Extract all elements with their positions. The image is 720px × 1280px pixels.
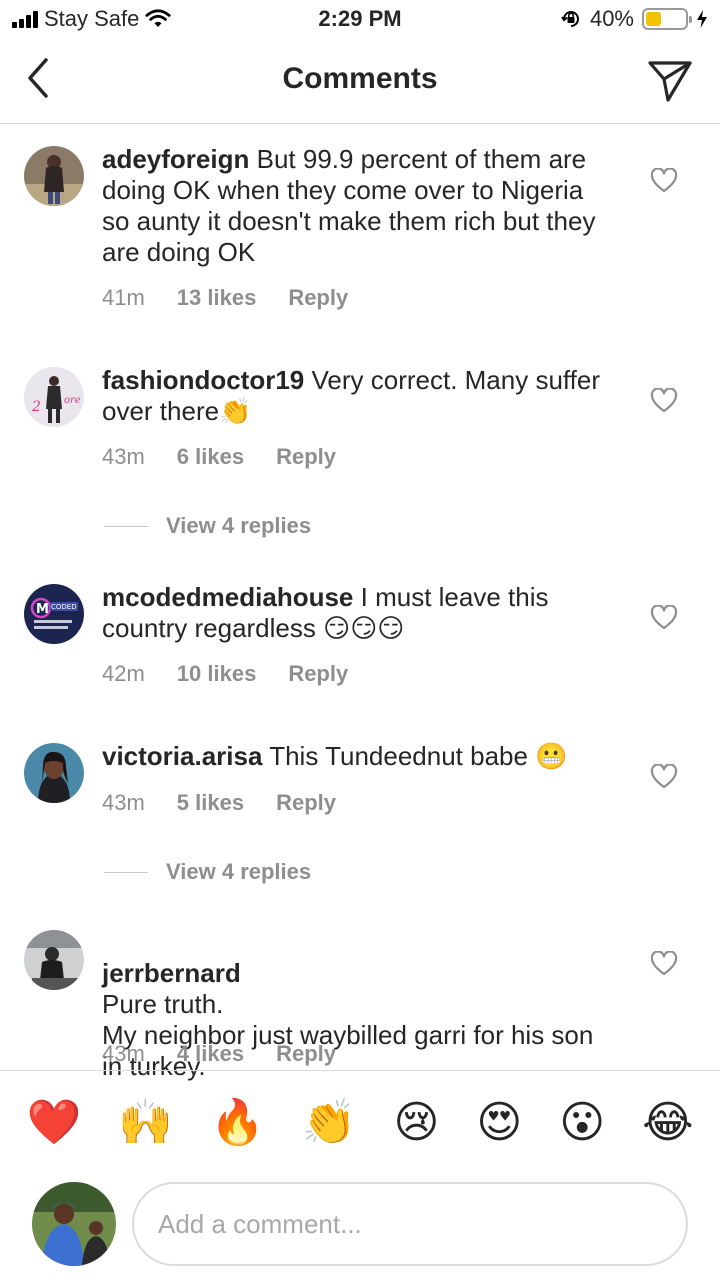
emoji-crying-button[interactable]: 😢 <box>394 1100 440 1145</box>
battery-percent: 40% <box>589 6 634 31</box>
like-button[interactable] <box>650 167 678 194</box>
comment-meta: 42m 10 likes Reply <box>102 661 348 687</box>
avatar[interactable]: 2 ore <box>24 367 84 427</box>
avatar <box>32 1182 116 1266</box>
status-bar: Stay Safe 2:29 PM 40% <box>0 0 720 40</box>
comment-time: 43m <box>102 790 145 815</box>
avatar[interactable] <box>24 146 84 206</box>
orientation-lock-icon <box>561 11 579 27</box>
heart-icon <box>650 387 678 413</box>
reply-button[interactable]: Reply <box>276 444 336 470</box>
view-replies-label: View 4 replies <box>166 859 312 884</box>
svg-text:CODED: CODED <box>51 603 77 611</box>
emoji-reaction-bar: ❤️ 🙌 🔥 👏 😢 😍 😮 😂 <box>0 1070 720 1174</box>
heart-icon <box>650 950 678 976</box>
comment-time: 42m <box>102 661 145 686</box>
comment-text: This Tundeednut babe 😬 <box>269 741 568 771</box>
page-title: Comments <box>282 62 438 95</box>
comment-time: 43m <box>102 444 145 469</box>
charging-icon <box>697 10 707 28</box>
comment-meta: 43m 4 likes Reply <box>102 1041 336 1067</box>
share-button[interactable] <box>646 56 694 104</box>
emoji-raised-hands-button[interactable]: 🙌 <box>118 1100 173 1145</box>
header: Comments <box>0 40 720 124</box>
emoji-laughing-button[interactable]: 😂 <box>642 1100 693 1145</box>
view-replies-button[interactable]: View 4 replies <box>104 513 311 539</box>
comment-username[interactable]: mcodedmediahouse <box>102 582 353 612</box>
comment-input[interactable] <box>132 1182 688 1266</box>
comment-likes[interactable]: 5 likes <box>177 790 244 816</box>
view-replies-label: View 4 replies <box>166 513 312 538</box>
divider <box>104 525 148 527</box>
heart-icon <box>650 604 678 630</box>
comment-username[interactable]: jerrbernard <box>102 958 241 988</box>
like-button[interactable] <box>650 763 678 790</box>
comment-username[interactable]: adeyforeign <box>102 144 249 174</box>
comment-likes[interactable]: 4 likes <box>177 1041 244 1067</box>
battery-level <box>646 12 662 26</box>
battery-icon <box>642 8 692 30</box>
status-right: 40% <box>560 6 708 32</box>
comment-meta: 41m 13 likes Reply <box>102 285 348 311</box>
emoji-surprised-button[interactable]: 😮 <box>559 1100 605 1145</box>
avatar[interactable] <box>24 930 84 990</box>
avatar[interactable] <box>24 743 84 803</box>
emoji-clap-button[interactable]: 👏 <box>302 1100 357 1145</box>
reply-button[interactable]: Reply <box>288 661 348 687</box>
like-button[interactable] <box>650 950 678 977</box>
heart-icon <box>650 763 678 789</box>
divider <box>104 871 148 873</box>
view-replies-button[interactable]: View 4 replies <box>104 859 311 885</box>
comment-likes[interactable]: 6 likes <box>177 444 244 470</box>
reply-button[interactable]: Reply <box>288 285 348 311</box>
comment-username[interactable]: victoria.arisa <box>102 741 262 771</box>
comment-body: adeyforeign But 99.9 percent of them are… <box>102 144 602 268</box>
svg-text:ore: ore <box>64 395 81 406</box>
like-button[interactable] <box>650 604 678 631</box>
avatar[interactable]: M CODED <box>24 584 84 644</box>
emoji-heart-eyes-button[interactable]: 😍 <box>476 1100 522 1145</box>
comment-body: fashiondoctor19 Very correct. Many suffe… <box>102 365 602 427</box>
svg-text:2: 2 <box>31 399 41 415</box>
svg-text:M: M <box>36 602 49 617</box>
emoji-heart-button[interactable]: ❤️ <box>26 1100 81 1145</box>
comment-time: 41m <box>102 285 145 310</box>
comment-composer <box>0 1180 720 1270</box>
comment-likes[interactable]: 13 likes <box>177 285 257 311</box>
comment-meta: 43m 5 likes Reply <box>102 790 336 816</box>
comment-meta: 43m 6 likes Reply <box>102 444 336 470</box>
comment-body: victoria.arisa This Tundeednut babe 😬 <box>102 741 602 772</box>
comment-time: 43m <box>102 1041 145 1066</box>
comment-text: Pure truth. My neighbor just waybilled g… <box>102 989 594 1081</box>
comment-likes[interactable]: 10 likes <box>177 661 257 687</box>
like-button[interactable] <box>650 387 678 414</box>
send-icon <box>648 61 692 102</box>
reply-button[interactable]: Reply <box>276 1041 336 1067</box>
emoji-fire-button[interactable]: 🔥 <box>210 1100 265 1145</box>
comment-username[interactable]: fashiondoctor19 <box>102 365 304 395</box>
reply-button[interactable]: Reply <box>276 790 336 816</box>
comment-body: mcodedmediahouse I must leave this count… <box>102 582 602 644</box>
heart-icon <box>650 167 678 193</box>
